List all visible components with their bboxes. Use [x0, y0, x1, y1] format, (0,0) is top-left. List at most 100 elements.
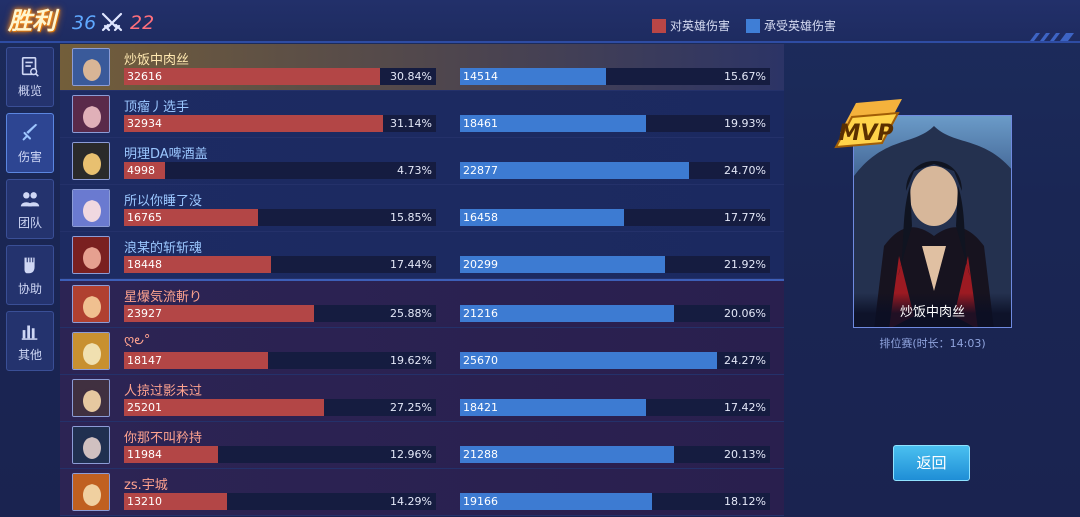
damage-taken-value: 18421 [463, 401, 498, 414]
damage-dealt-percent: 30.84% [390, 70, 432, 83]
sidebar: 概览 伤害 团队 协助 其他 [6, 47, 56, 377]
damage-taken-bar: 18461 19.93% [460, 115, 770, 132]
player-name: ღ౿° [124, 333, 151, 348]
hero-portrait [73, 143, 109, 179]
damage-dealt-percent: 25.88% [390, 307, 432, 320]
tab-damage[interactable]: 伤害 [6, 113, 54, 173]
player-avatar[interactable] [72, 236, 110, 274]
damage-dealt-percent: 31.14% [390, 117, 432, 130]
damage-taken-percent: 20.13% [724, 448, 766, 461]
player-row[interactable]: 炒饭中肉丝 32616 30.84% 14514 15.67% [60, 44, 784, 91]
damage-dealt-percent: 15.85% [390, 211, 432, 224]
damage-dealt-fill [124, 68, 380, 85]
damage-dealt-value: 11984 [127, 448, 162, 461]
damage-taken-percent: 19.93% [724, 117, 766, 130]
player-avatar[interactable] [72, 142, 110, 180]
damage-taken-percent: 15.67% [724, 70, 766, 83]
tab-damage-label: 伤害 [17, 149, 42, 164]
tab-other-label: 其他 [17, 347, 42, 362]
player-row[interactable]: 明理DA啤酒盖 4998 4.73% 22877 24.70% [60, 138, 784, 185]
damage-taken-value: 20299 [463, 258, 498, 271]
damage-dealt-bar: 18448 17.44% [124, 256, 436, 273]
damage-dealt-bar: 18147 19.62% [124, 352, 436, 369]
damage-taken-percent: 24.27% [724, 354, 766, 367]
damage-dealt-value: 18448 [127, 258, 162, 271]
player-avatar[interactable] [72, 285, 110, 323]
mvp-player-name: 炒饭中肉丝 [854, 293, 1011, 327]
damage-taken-bar: 20299 21.92% [460, 256, 770, 273]
match-info: 排位赛(时长：14:03) [879, 337, 986, 350]
damage-dealt-value: 18147 [127, 354, 162, 367]
tab-team[interactable]: 团队 [6, 179, 54, 239]
damage-dealt-value: 13210 [127, 495, 162, 508]
document-icon [21, 56, 39, 77]
damage-dealt-bar: 23927 25.88% [124, 305, 436, 322]
damage-taken-bar: 19166 18.12% [460, 493, 770, 510]
damage-taken-percent: 24.70% [724, 164, 766, 177]
hero-portrait [73, 474, 109, 510]
tab-overview[interactable]: 概览 [6, 47, 54, 107]
mvp-badge-text: MVP [838, 121, 893, 146]
hero-portrait [73, 190, 109, 226]
hero-portrait [73, 427, 109, 463]
player-avatar[interactable] [72, 426, 110, 464]
tab-other[interactable]: 其他 [6, 311, 54, 371]
player-row[interactable]: 你那不叫矜持 11984 12.96% 21288 20.13% [60, 422, 784, 469]
player-avatar[interactable] [72, 473, 110, 511]
player-row[interactable]: ღ౿° 18147 19.62% 25670 24.27% [60, 328, 784, 375]
player-avatar[interactable] [72, 189, 110, 227]
player-avatar[interactable] [72, 95, 110, 133]
damage-dealt-value: 32616 [127, 70, 162, 83]
red-team-kills: 22 [130, 12, 155, 34]
player-row[interactable]: 星爆気流斬り 23927 25.88% 21216 20.06% [60, 281, 784, 328]
header-divider [0, 41, 1080, 43]
chart-icon [21, 325, 38, 340]
legend-damage-swatch [652, 18, 666, 33]
hero-portrait [73, 96, 109, 132]
player-row[interactable]: 所以你睡了没 16765 15.85% 16458 17.77% [60, 185, 784, 232]
damage-dealt-percent: 4.73% [397, 164, 432, 177]
damage-dealt-value: 32934 [127, 117, 162, 130]
player-avatar[interactable] [72, 332, 110, 370]
player-name: 炒饭中肉丝 [124, 53, 190, 68]
hero-portrait [73, 237, 109, 273]
player-row[interactable]: 顶瘤丿选手 32934 31.14% 18461 19.93% [60, 91, 784, 138]
damage-dealt-percent: 19.62% [390, 354, 432, 367]
damage-taken-fill [460, 352, 718, 369]
legend-damage-dealt: 对英雄伤害 [652, 17, 730, 34]
hero-portrait [73, 380, 109, 416]
player-name: 人掠过影未过 [124, 384, 203, 399]
damage-taken-value: 18461 [463, 117, 498, 130]
player-name: 星爆気流斬り [124, 290, 203, 305]
tab-overview-label: 概览 [17, 83, 42, 98]
damage-dealt-value: 25201 [127, 401, 162, 414]
player-name: zs.宇城 [124, 478, 168, 493]
crossed-swords-icon [101, 12, 123, 32]
damage-dealt-value: 23927 [127, 307, 162, 320]
back-button[interactable]: 返回 [893, 445, 970, 481]
damage-dealt-percent: 17.44% [390, 258, 432, 271]
damage-taken-bar: 25670 24.27% [460, 352, 770, 369]
damage-taken-bar: 21288 20.13% [460, 446, 770, 463]
player-avatar[interactable] [72, 48, 110, 86]
team-icon [20, 191, 40, 206]
player-row[interactable]: 人掠过影未过 25201 27.25% 18421 17.42% [60, 375, 784, 422]
sword-icon [22, 123, 38, 140]
damage-taken-value: 19166 [463, 495, 498, 508]
tab-team-label: 团队 [17, 215, 42, 230]
damage-dealt-percent: 14.29% [390, 495, 432, 508]
player-name: 浪某的斩斩魂 [124, 241, 203, 256]
player-row[interactable]: zs.宇城 13210 14.29% 19166 18.12% [60, 469, 784, 516]
damage-taken-value: 14514 [463, 70, 498, 83]
hero-portrait [73, 333, 109, 369]
tab-assist-label: 协助 [17, 281, 42, 296]
damage-dealt-percent: 27.25% [390, 401, 432, 414]
legend-damage-label: 对英雄伤害 [670, 19, 731, 33]
damage-dealt-bar: 25201 27.25% [124, 399, 436, 416]
tab-assist[interactable]: 协助 [6, 245, 54, 305]
legend-damage-taken: 承受英雄伤害 [746, 17, 836, 34]
player-name: 你那不叫矜持 [124, 431, 203, 446]
player-avatar[interactable] [72, 379, 110, 417]
player-row[interactable]: 浪某的斩斩魂 18448 17.44% 20299 21.92% [60, 232, 784, 279]
damage-dealt-bar: 13210 14.29% [124, 493, 436, 510]
